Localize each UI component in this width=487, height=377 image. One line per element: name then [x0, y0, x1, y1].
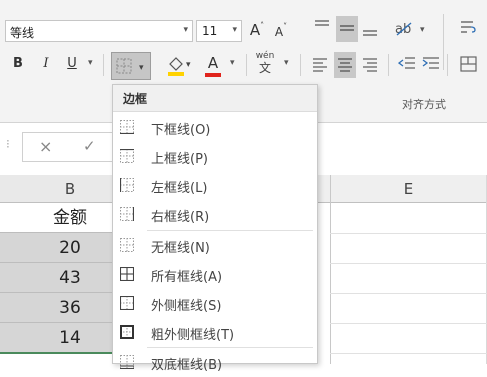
column-header-e[interactable]: E	[330, 175, 487, 203]
decrease-indent-icon[interactable]	[397, 55, 416, 73]
italic-button[interactable]: I	[38, 54, 54, 74]
row-line	[330, 323, 487, 324]
phonetic-button[interactable]: wén 文	[252, 51, 278, 79]
svg-text:▾: ▾	[186, 60, 191, 70]
align-top-icon[interactable]	[314, 18, 330, 34]
menu-item-label: 左框线(L)	[151, 181, 208, 196]
menu-item-double-bottom-border[interactable]: 双底框线(B)	[113, 348, 317, 377]
font-name-value: 等线	[10, 26, 35, 40]
row-line	[330, 263, 487, 264]
align-middle-icon[interactable]	[336, 16, 358, 42]
chevron-down-icon[interactable]: ▾	[183, 25, 188, 35]
row-line	[330, 293, 487, 294]
font-color-button[interactable]: A	[205, 54, 221, 78]
cancel-icon[interactable]: ×	[39, 137, 52, 156]
borders-menu: 边框 下框线(O) 上框线(P) 左框线(L) 右框线(R) 无框线(N) 所有…	[112, 84, 318, 373]
align-right-icon[interactable]	[362, 56, 378, 72]
divider	[103, 54, 104, 76]
chevron-down-icon[interactable]: ▾	[284, 58, 289, 68]
menu-item-all-borders[interactable]: 所有框线(A)	[113, 260, 317, 289]
drag-handle-icon[interactable]: ⁝	[6, 137, 10, 151]
menu-item-top-border[interactable]: 上框线(P)	[113, 142, 317, 171]
chevron-down-icon[interactable]: ▾	[232, 25, 237, 35]
menu-header: 边框	[113, 85, 317, 112]
menu-item-label: 无框线(N)	[151, 241, 210, 256]
row-line	[330, 233, 487, 234]
font-size-value: 11	[202, 24, 218, 38]
menu-item-right-border[interactable]: 右框线(R)	[113, 200, 317, 229]
menu-header-label: 边框	[123, 92, 148, 106]
orientation-icon[interactable]: ab▾	[395, 19, 429, 37]
grow-font-button[interactable]: A˄	[247, 20, 267, 42]
menu-item-label: 右框线(R)	[151, 210, 210, 225]
bold-button[interactable]: B	[10, 54, 26, 74]
chevron-down-icon[interactable]: ▾	[230, 58, 235, 68]
divider	[388, 54, 389, 76]
bottom-border-icon	[120, 120, 134, 134]
column-divider	[330, 175, 331, 364]
merge-cells-icon[interactable]	[460, 55, 478, 73]
font-color-label: A	[207, 54, 219, 72]
grow-font-label: A	[249, 21, 261, 39]
phonetic-sub-label: 文	[258, 61, 271, 75]
svg-text:▾: ▾	[139, 63, 144, 73]
shrink-font-button[interactable]: A˅	[272, 22, 290, 42]
increase-indent-icon[interactable]	[422, 55, 440, 73]
outside-borders-icon	[120, 296, 134, 310]
svg-text:▾: ▾	[420, 25, 425, 35]
menu-item-label: 外侧框线(S)	[151, 299, 222, 314]
menu-item-label: 下框线(O)	[151, 123, 211, 138]
font-name-combobox[interactable]: 等线 ▾	[5, 20, 193, 42]
menu-item-bottom-border[interactable]: 下框线(O)	[113, 113, 317, 142]
align-center-icon[interactable]	[334, 52, 356, 78]
menu-item-outside-borders[interactable]: 外侧框线(S)	[113, 289, 317, 318]
top-border-icon	[120, 149, 134, 163]
align-left-icon[interactable]	[312, 56, 328, 72]
phonetic-label: wén	[255, 51, 275, 61]
right-border-icon	[120, 207, 134, 221]
menu-item-label: 上框线(P)	[151, 152, 208, 167]
shrink-font-label: A	[274, 25, 284, 39]
menu-item-label: 粗外侧框线(T)	[151, 328, 235, 343]
font-color-swatch	[205, 73, 221, 77]
align-bottom-icon[interactable]	[362, 22, 378, 38]
alignment-group-label: 对齐方式	[402, 98, 446, 111]
wrap-text-icon[interactable]	[459, 19, 477, 37]
fill-color-button[interactable]: ▾	[166, 55, 194, 77]
double-bottom-border-icon	[120, 355, 134, 369]
font-size-combobox[interactable]: 11 ▾	[196, 20, 242, 42]
no-border-icon	[120, 238, 134, 252]
underline-button[interactable]: U	[64, 54, 80, 74]
menu-item-no-border[interactable]: 无框线(N)	[113, 231, 317, 260]
menu-item-label: 所有框线(A)	[151, 270, 223, 285]
enter-icon[interactable]: ✓	[83, 137, 96, 155]
divider	[300, 54, 301, 76]
divider	[443, 14, 444, 70]
row-line	[330, 353, 487, 354]
all-borders-icon	[120, 267, 134, 281]
menu-item-thick-outside-borders[interactable]: 粗外侧框线(T)	[113, 318, 317, 347]
thick-outside-borders-icon	[120, 325, 134, 339]
divider	[447, 54, 448, 76]
menu-item-left-border[interactable]: 左框线(L)	[113, 171, 317, 200]
chevron-down-icon[interactable]: ▾	[88, 58, 93, 68]
borders-button[interactable]: ▾	[111, 52, 151, 80]
left-border-icon	[120, 178, 134, 192]
divider	[246, 54, 247, 76]
